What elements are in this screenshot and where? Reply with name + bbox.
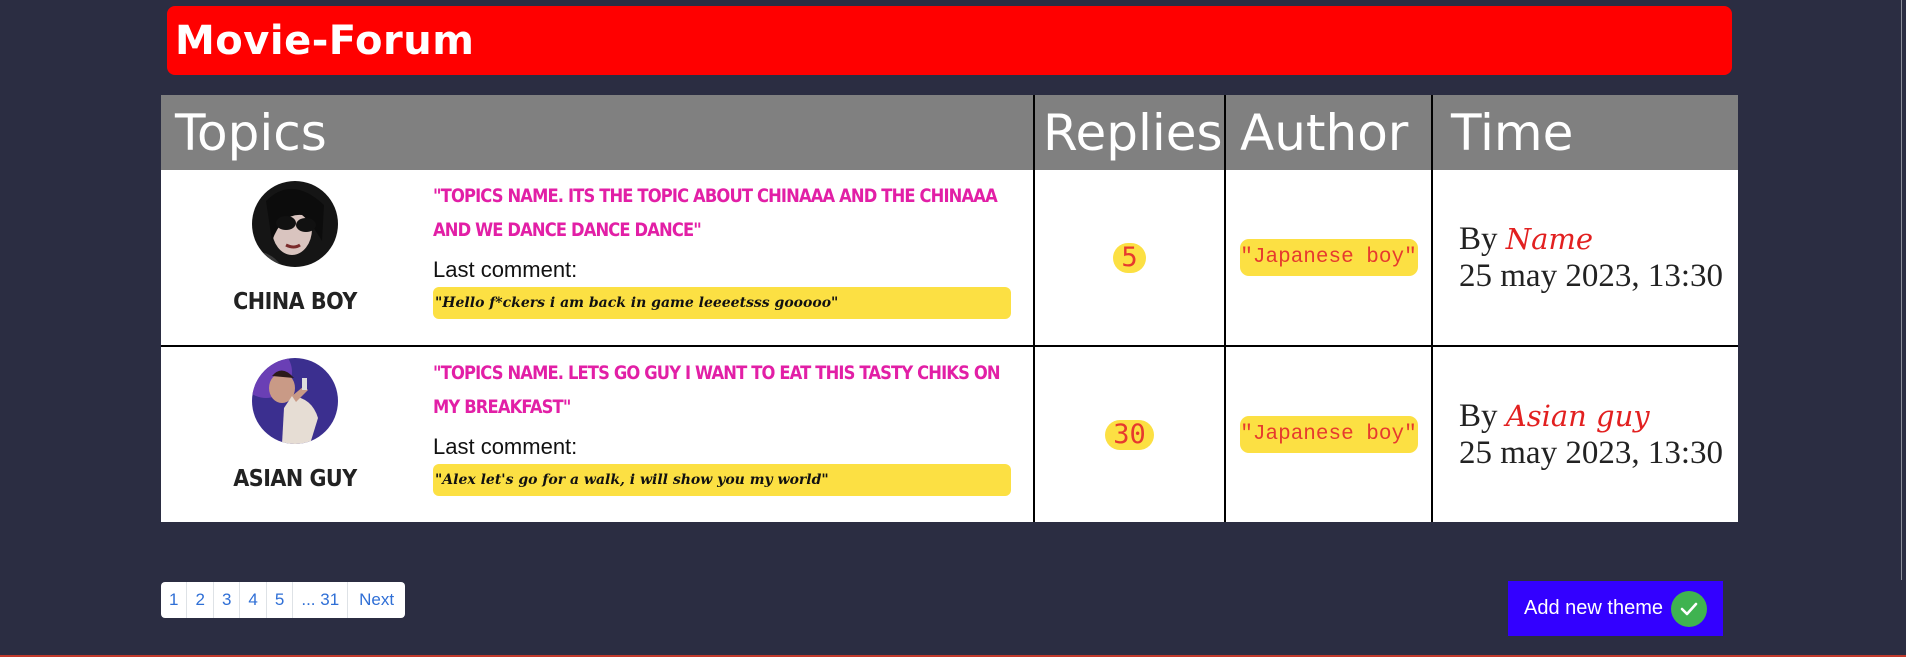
site-header: Movie-Forum bbox=[167, 6, 1732, 75]
by-label: By bbox=[1459, 397, 1498, 434]
last-post-author-link[interactable]: Asian guy bbox=[1506, 399, 1650, 433]
user-block[interactable]: China boy bbox=[221, 180, 369, 315]
user-block[interactable]: Asian guy bbox=[221, 357, 369, 492]
author-cell: "Japanese boy" bbox=[1225, 345, 1433, 522]
by-label: By bbox=[1459, 220, 1498, 257]
page-link-next[interactable]: Next bbox=[348, 582, 405, 618]
add-new-theme-label: Add new theme bbox=[1524, 597, 1663, 619]
page-link-3[interactable]: 3 bbox=[214, 582, 241, 618]
time-cell: By Name 25 may 2023, 13:30 bbox=[1432, 170, 1738, 346]
post-date: 25 may 2023, 13:30 bbox=[1459, 434, 1723, 471]
avatar-man-drinking-icon bbox=[252, 357, 338, 444]
topics-table: Topics Replies Author Time CHINA BOY "TO… bbox=[161, 95, 1738, 522]
last-comment-text[interactable]: "Hello f*ckers i am back in game leeeets… bbox=[433, 286, 1011, 319]
table-header-row: Topics Replies Author Time bbox=[161, 95, 1738, 170]
replies-cell: 5 bbox=[1034, 170, 1226, 346]
last-comment-label: Last comment: bbox=[433, 256, 578, 282]
check-icon bbox=[1670, 590, 1707, 627]
site-title: Movie-Forum bbox=[175, 18, 475, 64]
replies-count-badge: 30 bbox=[1105, 419, 1154, 450]
post-date: 25 may 2023, 13:30 bbox=[1459, 257, 1723, 294]
pagination: 1 2 3 4 5 ... 31 Next bbox=[161, 582, 406, 618]
avatar[interactable] bbox=[252, 357, 338, 444]
time-cell: By Asian guy 25 may 2023, 13:30 bbox=[1432, 345, 1738, 522]
topic-title-link[interactable]: "Topics name. Lets go guy i want to eat … bbox=[433, 356, 1009, 424]
topic-cell: China boy "Topics name. Its the topic ab… bbox=[161, 170, 1035, 346]
time-author-line: By Asian guy bbox=[1459, 398, 1738, 434]
page-link-4[interactable]: 4 bbox=[240, 582, 267, 618]
column-header-time: Time bbox=[1432, 95, 1738, 170]
page-link-1[interactable]: 1 bbox=[161, 582, 188, 618]
page-link-last[interactable]: ... 31 bbox=[293, 582, 349, 618]
last-comment-label: Last comment: bbox=[433, 433, 578, 459]
last-comment-text[interactable]: "Alex let's go for a walk, i will show y… bbox=[433, 463, 1011, 496]
author-badge[interactable]: "Japanese boy" bbox=[1239, 239, 1418, 276]
column-header-replies: Replies bbox=[1034, 95, 1226, 170]
replies-count-badge: 5 bbox=[1113, 242, 1146, 273]
window-edge-divider bbox=[1901, 0, 1902, 580]
column-header-topics: Topics bbox=[161, 95, 1035, 170]
replies-cell: 30 bbox=[1034, 345, 1226, 522]
column-header-author: Author bbox=[1225, 95, 1433, 170]
topic-title-link[interactable]: "Topics name. Its the topic about chinaa… bbox=[433, 179, 1009, 247]
add-new-theme-button[interactable]: Add new theme bbox=[1508, 581, 1723, 636]
page-link-5[interactable]: 5 bbox=[267, 582, 294, 618]
time-author-line: By Name bbox=[1459, 221, 1738, 257]
user-name[interactable]: China boy bbox=[221, 289, 369, 315]
last-post-author-link[interactable]: Name bbox=[1506, 222, 1593, 256]
table-row: China boy "Topics name. Its the topic ab… bbox=[161, 170, 1738, 346]
topic-cell: Asian guy "Topics name. Lets go guy i wa… bbox=[161, 345, 1035, 522]
avatar-woman-sunglasses-icon bbox=[252, 180, 338, 267]
avatar[interactable] bbox=[252, 180, 338, 267]
table-row: Asian guy "Topics name. Lets go guy i wa… bbox=[161, 345, 1738, 522]
author-cell: "Japanese boy" bbox=[1225, 170, 1433, 346]
page-link-2[interactable]: 2 bbox=[187, 582, 214, 618]
user-name[interactable]: Asian guy bbox=[221, 466, 369, 492]
author-badge[interactable]: "Japanese boy" bbox=[1239, 416, 1418, 453]
